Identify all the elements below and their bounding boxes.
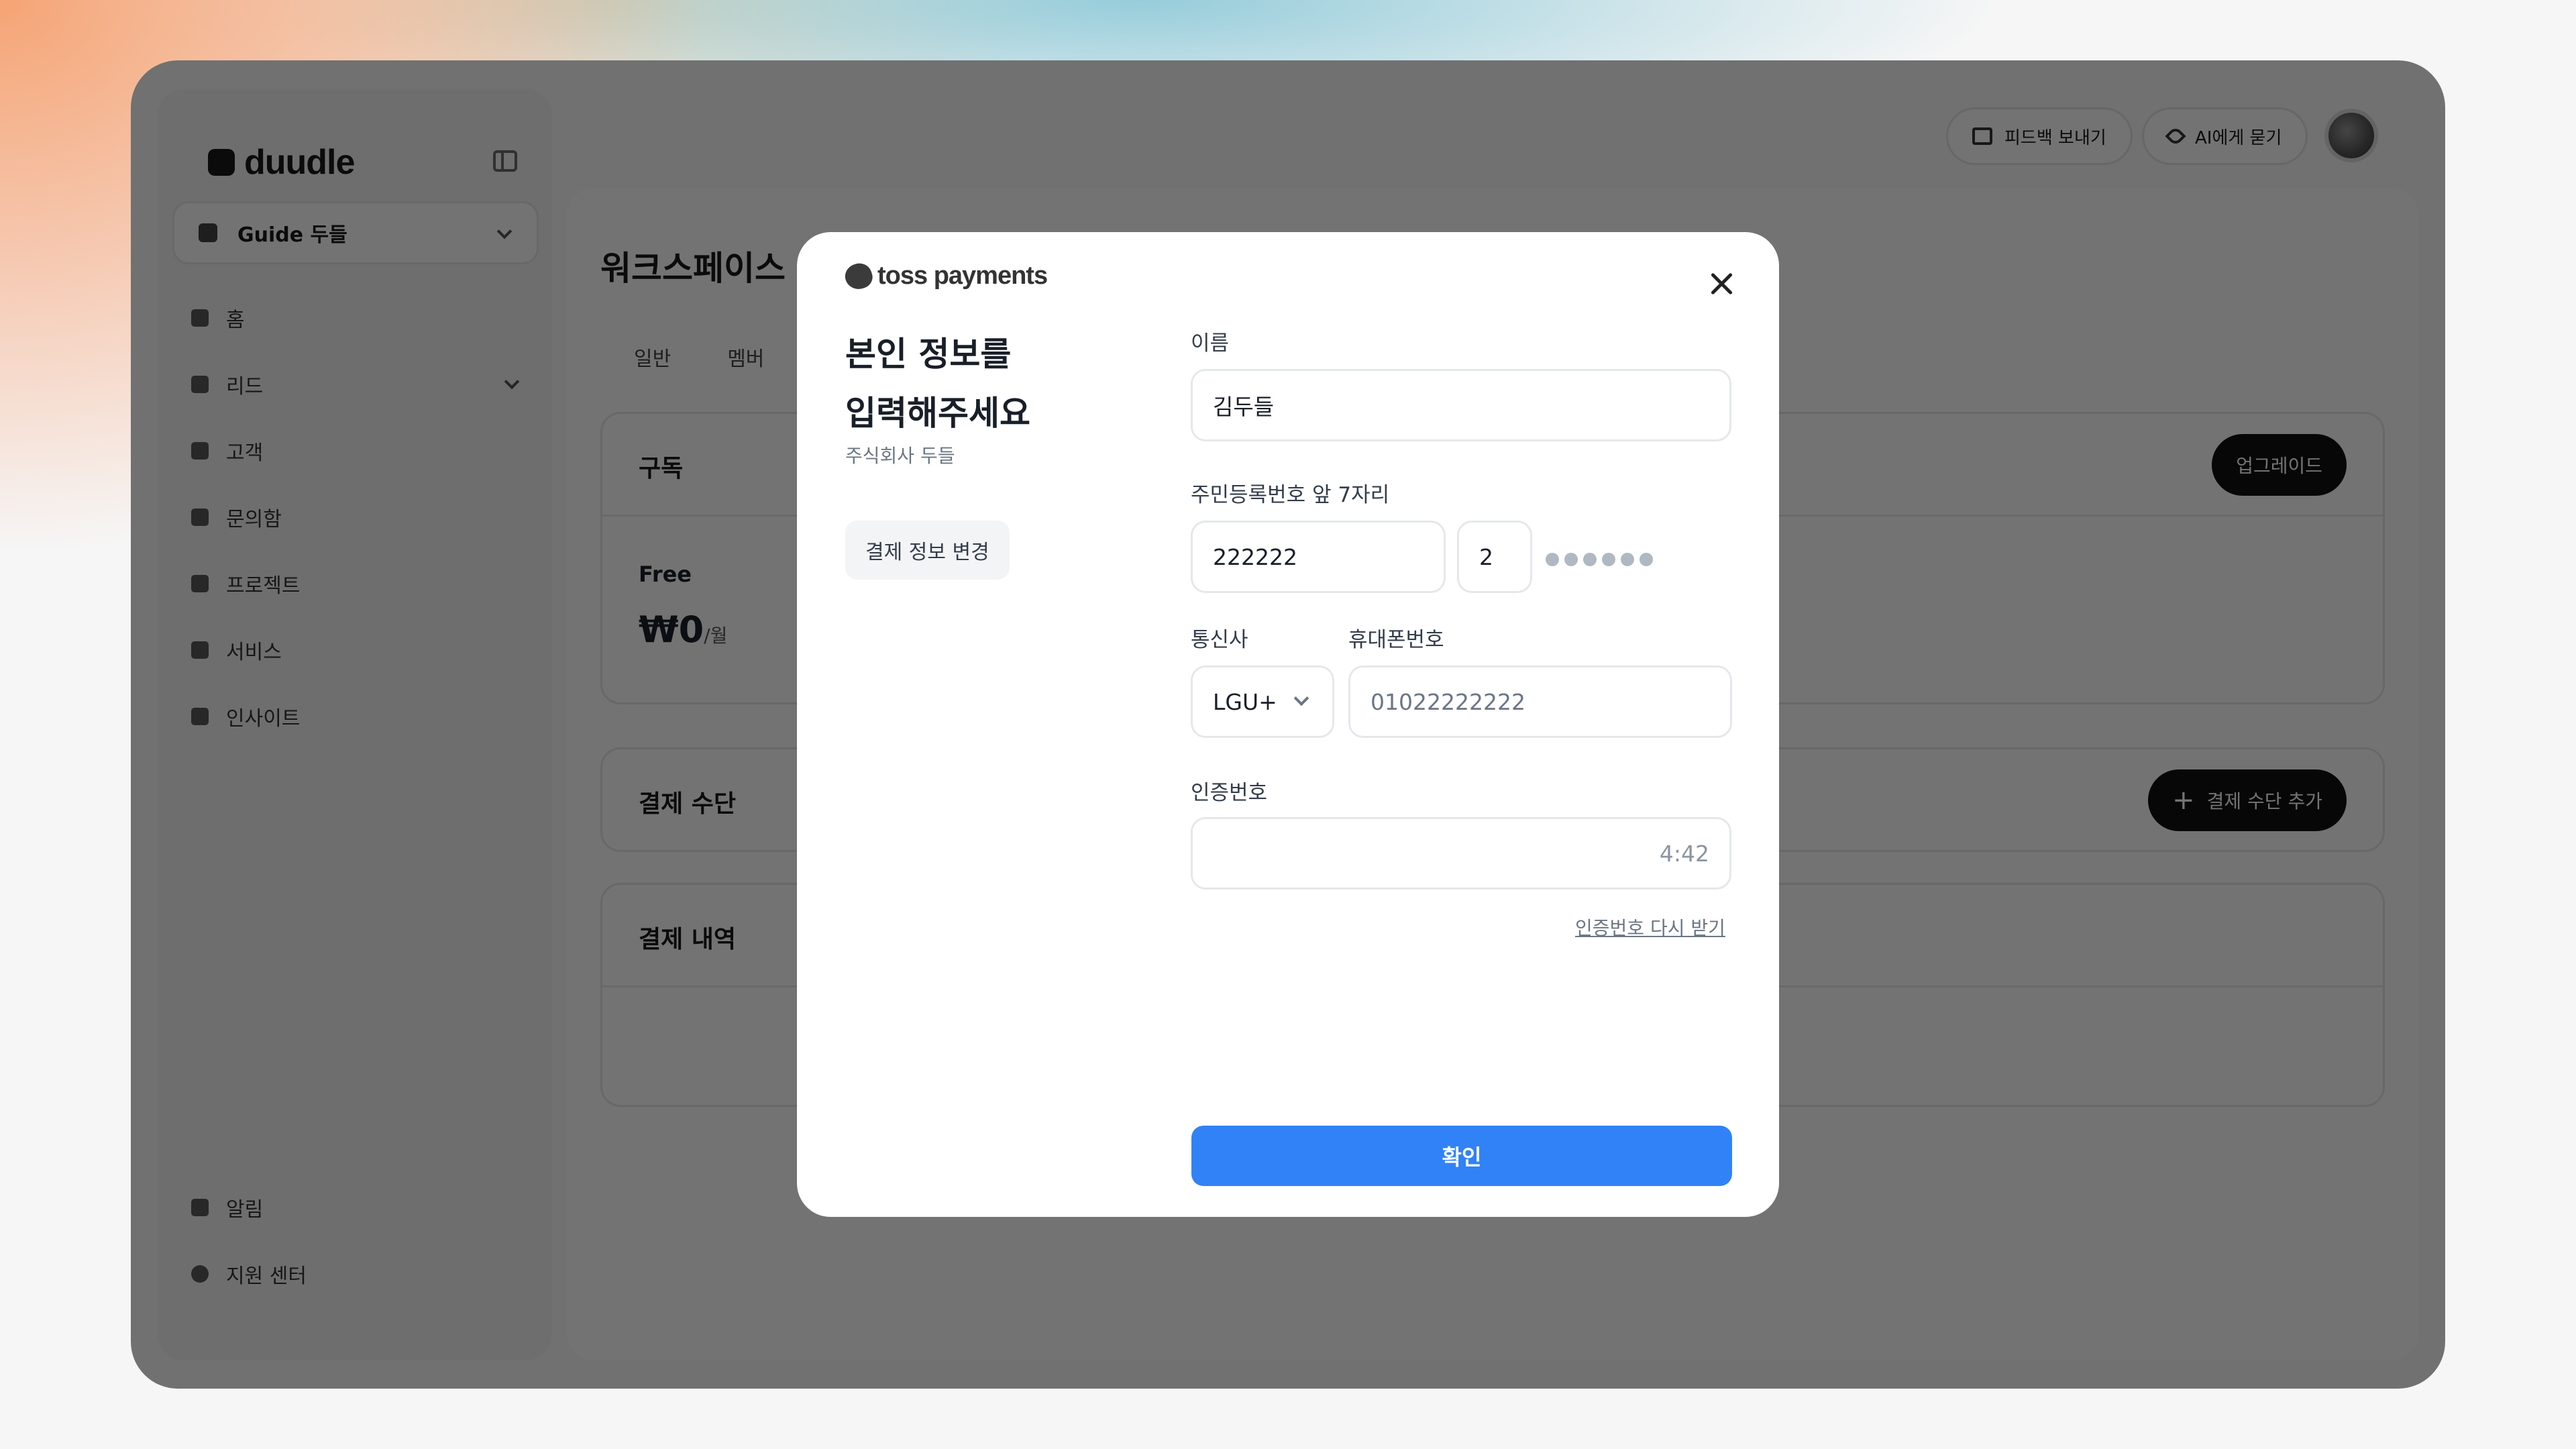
rrn-label: 주민등록번호 앞 7자리 [1191,483,1390,507]
logo-mark-icon [208,149,235,176]
sidebar-item-home[interactable]: 홈 [191,284,527,351]
sidebar-item-label: 프로젝트 [226,574,301,598]
modal-heading: 본인 정보를 입력해주세요 [845,325,1167,443]
verification-code-input[interactable]: 4:42 [1191,817,1731,890]
sidebar-item-inbox[interactable]: 문의함 [191,484,527,550]
resend-code-link[interactable]: 인증번호 다시 받기 [1575,914,1725,941]
verification-timer: 4:42 [1659,840,1709,867]
plan-price-value: ₩0 [639,608,704,651]
change-payment-info-button[interactable]: 결제 정보 변경 [845,521,1010,580]
mail-icon [1972,127,1992,145]
phone-label: 휴대폰번호 [1348,628,1444,652]
close-icon[interactable] [1703,264,1740,302]
add-payment-method-label: 결제 수단 추가 [2206,790,2322,812]
avatar[interactable] [2324,109,2378,162]
sidebar-toggle-icon[interactable] [493,150,517,172]
chevron-down-icon [496,223,513,239]
carrier-select[interactable]: LGU+ [1191,665,1334,738]
sidebar-item-label: 고객 [226,441,264,465]
toss-logo-icon [841,259,876,293]
payment-method-title: 결제 수단 [639,790,737,818]
confirm-button[interactable]: 확인 [1191,1126,1732,1186]
heading-line-2: 입력해주세요 [845,394,1030,433]
briefcase-icon [191,641,209,659]
sparkle-icon [2165,125,2186,147]
folder-icon [191,574,209,592]
sidebar-nav: 홈 리드 고객 문의함 프로젝트 서비스 인사이트 [191,284,527,749]
workspace-icon [199,223,217,242]
verification-code-label: 인증번호 [1191,781,1268,805]
workspace-select-label: Guide 두들 [237,223,347,247]
sidebar-item-label: 문의함 [226,507,282,531]
lead-icon [191,375,209,393]
rrn-back-first-input[interactable]: 2 [1457,521,1532,593]
sidebar-item-notifications[interactable]: 알림 [191,1174,527,1240]
carrier-label: 통신사 [1191,628,1248,652]
sidebar-item-label: 알림 [226,1197,264,1222]
upgrade-button[interactable]: 업그레이드 [2212,434,2347,496]
ask-ai-button-label: AI에게 묻기 [2195,127,2282,148]
heading-line-1: 본인 정보를 [845,335,1012,374]
carrier-select-value: LGU+ [1213,688,1277,715]
plan-price: ₩0/월 [639,608,727,651]
rrn-masked-dots [1546,553,1653,566]
feedback-button[interactable]: 피드백 보내기 [1946,107,2133,165]
sidebar-item-label: 서비스 [226,640,282,664]
logo: duudle [208,142,355,182]
sidebar-item-insight[interactable]: 인사이트 [191,683,527,749]
home-icon [191,309,209,327]
sidebar-item-label: 리드 [226,374,264,398]
payment-history-title: 결제 내역 [639,926,737,953]
toss-payments-logo: toss payments [841,259,1048,293]
plan-name: Free [639,561,692,587]
sidebar: duudle Guide 두들 홈 리드 고객 문의함 프로젝트 서비스 인사이… [158,89,552,1360]
plus-icon: + [2172,785,2195,816]
phone-input[interactable]: 01022222222 [1348,665,1732,738]
sidebar-item-support[interactable]: 지원 센터 [191,1240,527,1307]
sidebar-item-label: 인사이트 [226,706,301,731]
chevron-down-icon [504,374,520,390]
chart-icon [191,707,209,725]
sidebar-item-label: 지원 센터 [226,1264,307,1288]
workspace-select[interactable]: Guide 두들 [172,201,539,264]
logo-text: duudle [244,143,355,182]
help-icon [191,1265,209,1283]
sidebar-item-lead[interactable]: 리드 [191,351,527,417]
name-label: 이름 [1191,331,1230,356]
company-name: 주식회사 두들 [845,445,955,467]
plan-price-period: /월 [704,625,728,647]
subscription-title: 구독 [639,455,684,482]
tab-members[interactable]: 멤버 [727,342,764,372]
page-title: 워크스페이스 [600,249,786,288]
name-input[interactable]: 김두들 [1191,369,1731,441]
chevron-down-icon [1293,690,1309,706]
bell-icon [191,1198,209,1216]
tabs: 일반 멤버 [634,342,764,372]
feedback-button-label: 피드백 보내기 [2004,127,2106,148]
identity-verification-modal: toss payments 본인 정보를 입력해주세요 주식회사 두들 결제 정… [797,232,1779,1217]
sidebar-item-label: 홈 [226,308,245,332]
add-payment-method-button[interactable]: + 결제 수단 추가 [2148,769,2347,831]
sidebar-item-project[interactable]: 프로젝트 [191,550,527,616]
sidebar-bottom-nav: 알림 지원 센터 [191,1174,527,1307]
tab-general[interactable]: 일반 [634,342,671,372]
ask-ai-button[interactable]: AI에게 묻기 [2142,107,2308,165]
sidebar-item-customer[interactable]: 고객 [191,417,527,484]
rrn-front-input[interactable]: 222222 [1191,521,1446,593]
toss-logo-text: toss payments [877,262,1048,290]
inbox-icon [191,508,209,526]
user-icon [191,441,209,460]
sidebar-item-service[interactable]: 서비스 [191,616,527,683]
